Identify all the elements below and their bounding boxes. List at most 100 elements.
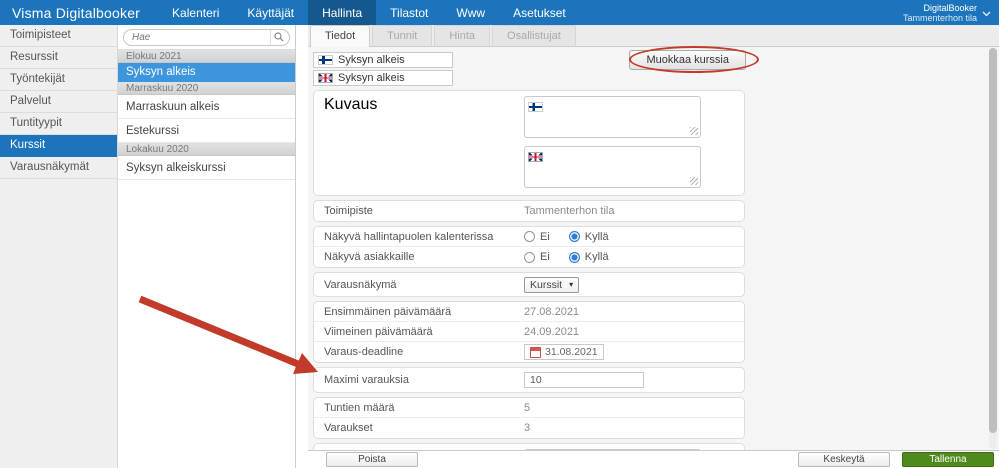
finnish-flag-icon (318, 55, 333, 65)
calendar-icon (530, 346, 541, 358)
list-item-marraskuun-alkeis[interactable]: Marraskuun alkeis (118, 95, 295, 119)
location-panel: Toimipiste Tammenterhon tila (313, 200, 745, 222)
visible-customers-yes-radio[interactable] (568, 251, 580, 263)
list-group-header: Lokakuu 2020 (118, 143, 295, 156)
select-caret-icon: ▾ (569, 280, 574, 289)
visible-admin-row: Näkyvä hallintapuolen kalenterissa Ei Ky… (314, 227, 744, 247)
visible-admin-yes-radio[interactable] (568, 231, 580, 242)
radio-label-yes: Kyllä (584, 251, 609, 263)
visible-customers-label: Näkyvä asiakkaille (324, 251, 415, 263)
bookings-count-value: 3 (524, 422, 531, 434)
chevron-down-icon (982, 4, 991, 22)
visible-admin-label: Näkyvä hallintapuolen kalenterissa (324, 230, 494, 243)
list-group-header: Elokuu 2021 (118, 50, 295, 63)
max-bookings-input[interactable] (524, 372, 644, 388)
tab-hinta[interactable]: Hinta (434, 25, 491, 46)
search-bar (118, 25, 295, 50)
tab-osallistujat[interactable]: Osallistujat (492, 25, 576, 46)
list-item-syksyn-alkeiskurssi[interactable]: Syksyn alkeiskurssi (118, 156, 295, 180)
brand-logo: Visma Digitalbooker (12, 4, 141, 21)
visible-customers-no-radio[interactable] (524, 251, 535, 263)
counts-panel: Tuntien määrä 5 Varaukset 3 (313, 397, 745, 439)
tab-strip: Tiedot Tunnit Hinta Osallistujat (308, 25, 999, 47)
booking-view-select[interactable]: Kurssit ▾ (524, 276, 580, 293)
deadline-date-value: 31.08.2021 (545, 346, 598, 358)
hours-count-label: Tuntien määrä (324, 401, 395, 414)
radio-label-no: Ei (540, 230, 550, 243)
max-bookings-panel: Maximi varauksia (313, 367, 745, 393)
menu-item-kalenteri[interactable]: Kalenteri (158, 0, 233, 25)
account-info: DigitalBooker Tammenterhon tila (903, 3, 977, 23)
vertical-scrollbar[interactable] (989, 48, 997, 449)
course-name-fi-input[interactable] (338, 54, 448, 66)
hours-count-row: Tuntien määrä 5 (314, 398, 744, 418)
sidebar-item-tuntityypit[interactable]: Tuntityypit (0, 113, 117, 135)
max-bookings-label: Maximi varauksia (324, 374, 409, 386)
max-bookings-row: Maximi varauksia (314, 368, 744, 392)
visible-admin-no-radio[interactable] (524, 231, 535, 242)
bookings-count-label: Varaukset (324, 422, 373, 434)
booking-view-panel: Varausnäkymä Kurssit ▾ (313, 272, 745, 297)
main-menu: Kalenteri Käyttäjät Hallinta Tilastot Ww… (158, 0, 580, 25)
sidebar-item-tyontekijat[interactable]: Työntekijät (0, 69, 117, 91)
first-date-label: Ensimmäinen päivämäärä (324, 305, 452, 318)
search-button[interactable] (270, 30, 286, 45)
dates-panel: Ensimmäinen päivämäärä 27.08.2021 Viimei… (313, 301, 745, 363)
account-location: Tammenterhon tila (902, 12, 977, 23)
sidebar: Toimipisteet Resurssit Työntekijät Palve… (0, 25, 118, 468)
description-en-textarea[interactable] (524, 146, 701, 188)
scrollbar-thumb[interactable] (989, 48, 997, 433)
tab-tunnit[interactable]: Tunnit (372, 25, 433, 46)
course-name-en-input[interactable] (338, 72, 448, 84)
location-label: Toimipiste (324, 205, 373, 217)
form-content: Muokkaa kurssia Kuvaus (308, 47, 999, 450)
menu-item-asetukset[interactable]: Asetukset (499, 0, 580, 25)
finnish-flag-icon (528, 102, 543, 112)
radio-label-yes: Kyllä (584, 230, 609, 243)
radio-label-no: Ei (540, 251, 550, 263)
deadline-date-input[interactable]: 31.08.2021 (524, 344, 604, 360)
booking-view-selected-value: Kurssit (530, 278, 563, 291)
course-list: Elokuu 2021 Syksyn alkeis Marraskuu 2020… (118, 25, 296, 468)
description-panel: Kuvaus (313, 90, 745, 196)
account-name: DigitalBooker (923, 2, 977, 13)
hours-count-value: 5 (524, 401, 531, 414)
menu-item-www[interactable]: Www (442, 0, 499, 25)
deadline-row: Varaus-deadline 31.08.2021 (314, 342, 744, 362)
menu-item-hallinta[interactable]: Hallinta (308, 0, 377, 25)
account-dropdown[interactable]: DigitalBooker Tammenterhon tila (903, 0, 999, 25)
save-button[interactable]: Tallenna (902, 452, 994, 467)
description-fi-textarea[interactable] (524, 96, 701, 138)
menu-item-kayttajat[interactable]: Käyttäjät (233, 0, 308, 25)
sidebar-item-palvelut[interactable]: Palvelut (0, 91, 117, 113)
search-input[interactable] (132, 32, 270, 43)
location-value: Tammenterhon tila (524, 205, 615, 217)
search-icon (273, 30, 284, 45)
topbar: Visma Digitalbooker Kalenteri Käyttäjät … (0, 0, 999, 25)
first-date-row: Ensimmäinen päivämäärä 27.08.2021 (314, 302, 744, 322)
course-name-fi-field (313, 52, 453, 68)
sidebar-item-toimipisteet[interactable]: Toimipisteet (0, 25, 117, 47)
sidebar-item-resurssit[interactable]: Resurssit (0, 47, 117, 69)
menu-item-tilastot[interactable]: Tilastot (376, 0, 442, 25)
sidebar-item-kurssit[interactable]: Kurssit (0, 135, 117, 157)
tab-tiedot[interactable]: Tiedot (310, 25, 371, 47)
edit-course-button[interactable]: Muokkaa kurssia (629, 50, 746, 70)
bookings-count-row: Varaukset 3 (314, 418, 744, 438)
list-item-syksyn-alkeis[interactable]: Syksyn alkeis (118, 63, 295, 82)
visibility-panel: Näkyvä hallintapuolen kalenterissa Ei Ky… (313, 226, 745, 268)
notes-panel: Muistiinpanot (313, 443, 745, 450)
last-date-row: Viimeinen päivämäärä 24.09.2021 (314, 322, 744, 342)
list-group-header: Marraskuu 2020 (118, 82, 295, 95)
delete-button[interactable]: Poista (326, 452, 418, 467)
cancel-button[interactable]: Keskeytä (798, 452, 890, 467)
list-item-estekurssi[interactable]: Estekurssi (118, 119, 295, 143)
action-footer: Poista Keskeytä Tallenna (308, 450, 999, 468)
app-window: Visma Digitalbooker Kalenteri Käyttäjät … (0, 0, 999, 468)
booking-view-label: Varausnäkymä (324, 278, 397, 291)
course-detail-panel: Tiedot Tunnit Hinta Osallistujat Muokkaa… (308, 25, 999, 468)
uk-flag-icon (318, 73, 333, 83)
column-gutter (296, 25, 308, 468)
sidebar-item-varausnakymat[interactable]: Varausnäkymät (0, 157, 117, 179)
last-date-label: Viimeinen päivämäärä (324, 325, 433, 338)
